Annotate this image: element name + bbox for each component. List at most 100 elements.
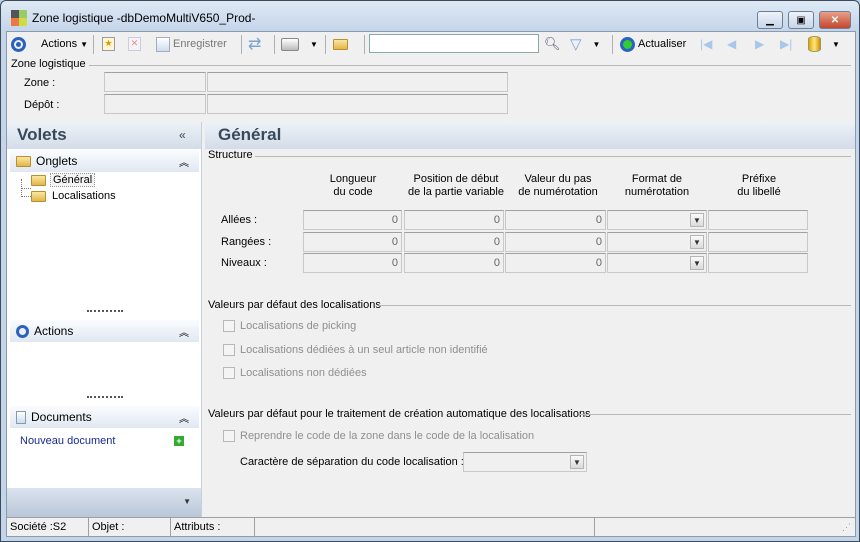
client-area: Actions ▼ ★ ✕ Enregistrer ⇄ ▼ 🔍︎ ▽ ▼ Actua…: [6, 31, 856, 537]
status-panel: [255, 518, 595, 537]
picking-checkbox[interactable]: Localisations de picking: [223, 320, 357, 333]
last-record-button[interactable]: ▶|: [780, 32, 792, 56]
previous-icon: ◀: [727, 37, 737, 51]
resize-grip-icon[interactable]: ⋰: [842, 522, 851, 533]
checkbox-label: Localisations non dédiées: [240, 367, 367, 379]
actions-menu[interactable]: Actions ▼: [41, 32, 88, 56]
chevron-down-icon[interactable]: ▼: [690, 256, 704, 270]
first-record-button[interactable]: |◀: [700, 32, 712, 56]
dedicated-checkbox[interactable]: Localisations dédiées à un seul article …: [223, 344, 488, 357]
start-field[interactable]: 0: [404, 210, 504, 230]
app-icon: [11, 10, 27, 26]
documents-section-header[interactable]: Documents ︽: [10, 406, 199, 428]
column-header: Format de numérotation: [624, 173, 690, 198]
tabs-section-header[interactable]: Onglets ︽: [10, 150, 199, 172]
maximize-button[interactable]: ▣: [788, 11, 814, 29]
search-input[interactable]: [369, 34, 539, 53]
splitter[interactable]: [87, 310, 123, 312]
sync-button[interactable]: ⇄: [248, 32, 261, 56]
tab-item-general[interactable]: Général: [31, 173, 96, 187]
nav-button[interactable]: [11, 32, 26, 56]
checkbox-label: Localisations de picking: [240, 320, 357, 332]
page-title: Général: [205, 122, 855, 149]
start-field[interactable]: 0: [404, 253, 504, 273]
status-bar: Société :S2 Objet : Attributs : ⋰: [7, 517, 855, 537]
tabs-section-label: Onglets: [36, 154, 78, 168]
status-object: Objet :: [89, 518, 171, 537]
non-dedicated-checkbox[interactable]: Localisations non dédiées: [223, 367, 367, 380]
checkbox-box[interactable]: [223, 344, 235, 357]
printer-icon: [281, 37, 299, 51]
new-button[interactable]: ★: [102, 32, 115, 56]
save-label: Enregistrer: [173, 38, 227, 50]
add-icon[interactable]: +: [174, 436, 184, 446]
step-field[interactable]: 0: [505, 253, 606, 273]
last-icon: ▶|: [780, 37, 793, 51]
actions-section-header[interactable]: Actions ︽: [10, 320, 199, 342]
chevron-down-icon[interactable]: ▼: [690, 235, 704, 249]
structure-title: Structure: [208, 149, 253, 161]
print-button[interactable]: ▼: [281, 32, 318, 56]
tab-label: Localisations: [52, 190, 116, 202]
splitter[interactable]: [87, 396, 123, 398]
close-button[interactable]: ✕: [819, 11, 851, 29]
step-field[interactable]: 0: [505, 210, 606, 230]
length-field[interactable]: 0: [303, 232, 402, 252]
defaults-title: Valeurs par défaut des localisations: [208, 299, 381, 311]
next-record-button[interactable]: ▶: [755, 32, 764, 56]
prefix-field[interactable]: [708, 210, 808, 230]
minimize-button[interactable]: ▁: [757, 11, 783, 29]
step-field[interactable]: 0: [505, 232, 606, 252]
database-button[interactable]: ▼: [808, 32, 840, 56]
depot-field[interactable]: [104, 94, 206, 114]
column-header: Position de début de la partie variable: [407, 173, 504, 198]
folder-button[interactable]: [333, 32, 348, 56]
checkbox-box[interactable]: [223, 320, 235, 333]
delete-button[interactable]: ✕: [128, 32, 141, 56]
search-button[interactable]: 🔍︎: [544, 32, 561, 56]
column-header: Longueur du code: [329, 173, 377, 198]
checkbox-box[interactable]: [223, 367, 235, 380]
separator-select[interactable]: ▼: [463, 452, 587, 472]
window-title: Zone logistique -dbDemoMultiV650_Prod-: [32, 11, 256, 25]
refresh-icon: [620, 36, 635, 52]
checkbox-box[interactable]: [223, 430, 235, 443]
previous-record-button[interactable]: ◀: [727, 32, 736, 56]
format-select[interactable]: ▼: [607, 210, 707, 230]
format-select[interactable]: ▼: [607, 232, 707, 252]
prefix-field[interactable]: [708, 253, 808, 273]
filter-button[interactable]: ▽ ▼: [570, 32, 600, 56]
new-document-link[interactable]: Nouveau document: [20, 435, 115, 447]
folder-icon: [31, 190, 46, 202]
prefix-field[interactable]: [708, 232, 808, 252]
document-icon: [16, 410, 26, 424]
zone-label: Zone :: [24, 77, 56, 89]
column-header: Valeur du pas de numérotation: [518, 173, 598, 198]
start-field[interactable]: 0: [404, 232, 504, 252]
caret-down-icon[interactable]: ▼: [183, 497, 191, 506]
filter-icon: ▽: [570, 36, 582, 53]
format-select[interactable]: ▼: [607, 253, 707, 273]
row-label: Rangées :: [221, 236, 272, 248]
length-field[interactable]: 0: [303, 253, 402, 273]
new-document-icon: ★: [102, 37, 115, 51]
collapse-icon: ︽: [179, 327, 189, 339]
save-button[interactable]: Enregistrer: [156, 32, 227, 56]
refresh-button[interactable]: Actualiser: [620, 32, 686, 56]
zone-name-field[interactable]: [207, 72, 508, 92]
status-attributes: Attributs :: [171, 518, 255, 537]
collapse-sidebar-icon[interactable]: «: [179, 128, 186, 142]
length-field[interactable]: 0: [303, 210, 402, 230]
actions-label: Actions: [41, 38, 78, 50]
chevron-down-icon[interactable]: ▼: [690, 213, 704, 227]
database-icon: [808, 36, 821, 52]
tab-item-localisations[interactable]: Localisations: [31, 190, 118, 202]
sidebar-title: Volets: [7, 122, 201, 149]
circle-icon: [11, 36, 26, 52]
zone-code-field[interactable]: [104, 72, 206, 92]
checkbox-label: Reprendre le code de la zone dans le cod…: [240, 430, 535, 442]
caret-down-icon: ▼: [80, 39, 88, 49]
circle-icon: [16, 324, 29, 338]
reuse-zone-code-checkbox[interactable]: Reprendre le code de la zone dans le cod…: [223, 430, 535, 443]
chevron-down-icon[interactable]: ▼: [570, 455, 584, 469]
